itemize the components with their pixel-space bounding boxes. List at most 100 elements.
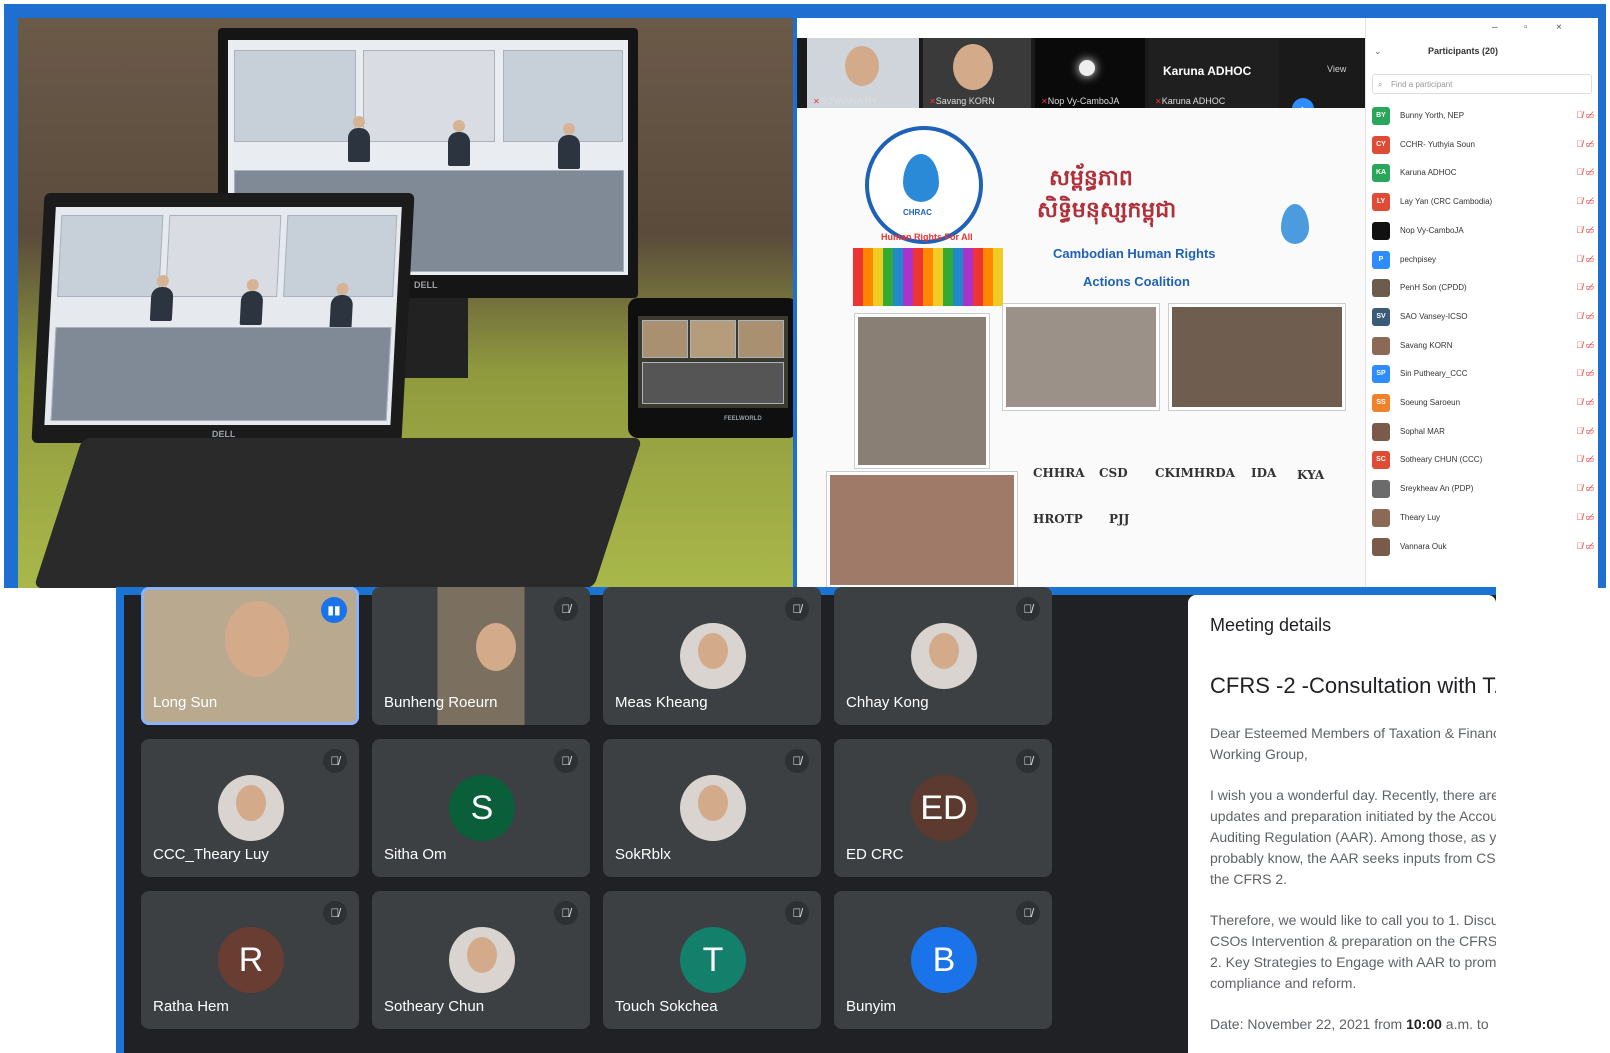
participant-row[interactable]: Nop Vy-CamboJA 🎙̸ ▭̸ <box>1372 217 1594 245</box>
participant-row[interactable]: SC Sotheary CHUN (CCC) 🎙̸ ▭̸ <box>1372 446 1594 474</box>
video-tile-2[interactable]: Savang KORN <box>923 38 1031 108</box>
participant-row[interactable]: SV SAO Vansey-ICSO 🎙̸ ▭̸ <box>1372 303 1594 331</box>
participant-tile[interactable]: ED 🎙̸ ED CRC <box>834 739 1052 877</box>
participant-name: SokRblx <box>615 846 671 863</box>
water-drop-icon <box>903 154 939 202</box>
description-paragraph: Dear Esteemed Members of Taxation & Fina… <box>1210 725 1496 762</box>
muted-mic-video-off-icon[interactable]: 🎙̸ ▭̸ <box>1576 426 1594 437</box>
participant-row[interactable]: Vannara Ouk 🎙̸ ▭̸ <box>1372 533 1594 561</box>
muted-mic-icon: 🎙̸ <box>785 901 809 925</box>
participant-initial-avatar: ED <box>911 775 977 841</box>
participant-tile[interactable]: 🎙̸ Sotheary Chun <box>372 891 590 1029</box>
muted-mic-video-off-icon[interactable]: 🎙̸ ▭̸ <box>1576 368 1594 379</box>
participant-row[interactable]: SP Sin Putheary_CCC 🎙̸ ▭̸ <box>1372 360 1594 388</box>
participant-avatar: LY <box>1372 193 1390 212</box>
participant-name: Touch Sokchea <box>615 998 718 1015</box>
muted-mic-video-off-icon[interactable]: 🎙̸ ▭̸ <box>1576 167 1594 178</box>
avatar-photo <box>929 633 959 669</box>
muted-mic-video-off-icon[interactable]: 🎙̸ ▭̸ <box>1576 483 1594 494</box>
participant-row[interactable]: Savang KORN 🎙̸ ▭̸ <box>1372 332 1594 360</box>
org-name: CHHRA <box>1033 466 1085 480</box>
description-paragraph: Therefore, we would like to call you to … <box>1210 912 1496 991</box>
participant-name: Bunny Yorth, NEP <box>1400 111 1465 120</box>
tablet-screen <box>638 316 788 408</box>
view-button[interactable]: View <box>1327 64 1346 74</box>
participant-row[interactable]: CY CCHR- Yuthyia Soun 🎙̸ ▭̸ <box>1372 131 1594 159</box>
restore-icon[interactable]: ▫ <box>1524 22 1528 33</box>
participant-name: Vannara Ouk <box>1400 541 1447 551</box>
collapse-chevron-icon[interactable]: ⌄ <box>1374 46 1382 57</box>
org-name: IDA <box>1251 466 1277 480</box>
participant-row[interactable]: KA Karuna ADHOC 🎙̸ ▭̸ <box>1372 159 1594 187</box>
participant-name: CCC_Theary Luy <box>153 846 269 863</box>
video-tile-name: Savang KORN <box>929 96 995 106</box>
participant-avatar <box>680 623 746 689</box>
video-switcher-tablet: FEELWORLD <box>628 298 798 438</box>
participant-tile[interactable]: 🎙̸ Meas Kheang <box>603 587 821 725</box>
participant-tile[interactable]: R 🎙̸ Ratha Hem <box>141 891 359 1029</box>
participant-row[interactable]: Sreykheav An (PDP) 🎙̸ ▭̸ <box>1372 475 1594 503</box>
participant-tile[interactable]: S 🎙̸ Sitha Om <box>372 739 590 877</box>
muted-mic-video-off-icon[interactable]: 🎙̸ ▭̸ <box>1576 454 1594 465</box>
muted-mic-video-off-icon[interactable]: 🎙̸ ▭̸ <box>1576 512 1594 523</box>
participant-tile[interactable]: T 🎙̸ Touch Sokchea <box>603 891 821 1029</box>
participant-name: Savang KORN <box>1400 340 1453 350</box>
participant-avatar <box>1372 537 1390 556</box>
video-tile-display-name: Karuna ADHOC <box>1163 64 1252 78</box>
participant-name: Sotheary Chun <box>384 998 485 1015</box>
find-placeholder: Find a participant <box>1391 80 1453 89</box>
meeting-name: CFRS -2 -Consultation with T... <box>1210 673 1496 698</box>
participant-avatar: P <box>1372 250 1390 269</box>
muted-mic-video-off-icon[interactable]: 🎙̸ ▭̸ <box>1576 110 1594 121</box>
muted-mic-video-off-icon[interactable]: 🎙̸ ▭̸ <box>1576 282 1594 293</box>
participant-tile[interactable]: 🎙̸ SokRblx <box>603 739 821 877</box>
participant-name: Sitha Om <box>384 846 447 863</box>
muted-mic-video-off-icon[interactable]: 🎙̸ ▭̸ <box>1576 139 1594 150</box>
participant-tile[interactable]: B 🎙̸ Bunyim <box>834 891 1052 1029</box>
participant-tile[interactable]: 🎙̸ CCC_Theary Luy <box>141 739 359 877</box>
org-name: CKIMHRDA <box>1155 466 1235 480</box>
muted-mic-video-off-icon[interactable]: 🎙̸ ▭̸ <box>1576 541 1594 552</box>
participant-tile[interactable]: 🎙̸ Chhay Kong <box>834 587 1052 725</box>
minimize-icon[interactable]: – <box>1492 22 1498 33</box>
participant-row[interactable]: BY Bunny Yorth, NEP 🎙̸ ▭̸ <box>1372 102 1594 130</box>
org-name: CSD <box>1099 466 1128 480</box>
participant-row[interactable]: Theary Luy 🎙̸ ▭̸ <box>1372 504 1594 532</box>
participant-tile[interactable]: ▮▮ Long Sun <box>141 587 359 725</box>
participant-tile[interactable]: 🎙̸ Bunheng Roeurn <box>372 587 590 725</box>
muted-mic-video-off-icon[interactable]: 🎙̸ ▭̸ <box>1576 225 1594 236</box>
participant-row[interactable]: LY Lay Yan (CRC Cambodia) 🎙̸ ▭̸ <box>1372 188 1594 216</box>
video-tile-name: Karuna ADHOC <box>1155 96 1226 106</box>
event-photo-2 <box>1003 304 1159 410</box>
monitor-brand: DELL <box>414 280 438 290</box>
participant-avatar <box>1372 508 1390 527</box>
participant-name: Sreykheav An (PDP) <box>1400 484 1474 494</box>
participant-name: ED CRC <box>846 846 904 863</box>
meeting-date: Date: November 22, 2021 from 10:00 a.m. … <box>1210 1014 1496 1035</box>
video-tile-3[interactable]: Nop Vy-CamboJA <box>1035 38 1145 108</box>
close-icon[interactable]: × <box>1556 22 1562 33</box>
participant-name: Bunheng Roeurn <box>384 694 498 711</box>
participant-avatar: KA <box>1372 164 1390 183</box>
participant-row[interactable]: PenH Son (CPDD) 🎙̸ ▭̸ <box>1372 274 1594 302</box>
participant-row[interactable]: SS Soeung Saroeun 🎙̸ ▭̸ <box>1372 389 1594 417</box>
participant-row[interactable]: Ppechpisey 🎙̸ ▭̸ <box>1372 246 1594 274</box>
org-name: HROTP <box>1033 512 1083 526</box>
muted-mic-video-off-icon[interactable]: 🎙̸ ▭̸ <box>1576 397 1594 408</box>
meeting-description: Dear Esteemed Members of Taxation & Fina… <box>1210 723 1496 1053</box>
date-suffix: a.m. to <box>1441 1016 1489 1032</box>
video-strip: SOVANNA RY Savang KORN Nop Vy-CamboJA Ka… <box>797 38 1365 120</box>
muted-mic-video-off-icon[interactable]: 🎙̸ ▭̸ <box>1576 340 1594 351</box>
participant-initial-avatar: R <box>218 927 284 993</box>
participant-row[interactable]: Sophal MAR 🎙̸ ▭̸ <box>1372 418 1594 446</box>
video-tile-1[interactable]: SOVANNA RY <box>807 38 919 108</box>
khmer-title-line1: សម្ព័ន្ធភាព <box>1049 165 1133 191</box>
muted-mic-video-off-icon[interactable]: 🎙̸ ▭̸ <box>1576 254 1594 265</box>
video-tile-4[interactable]: Karuna ADHOC Karuna ADHOC <box>1149 38 1279 108</box>
water-drop-icon <box>1281 204 1309 244</box>
muted-mic-video-off-icon[interactable]: 🎙̸ ▭̸ <box>1576 196 1594 207</box>
find-participant-input[interactable]: ⌕ Find a participant <box>1372 74 1592 94</box>
muted-mic-video-off-icon[interactable]: 🎙̸ ▭̸ <box>1576 311 1594 322</box>
participant-avatar: SV <box>1372 307 1390 326</box>
participant-avatar: SC <box>1372 451 1390 470</box>
